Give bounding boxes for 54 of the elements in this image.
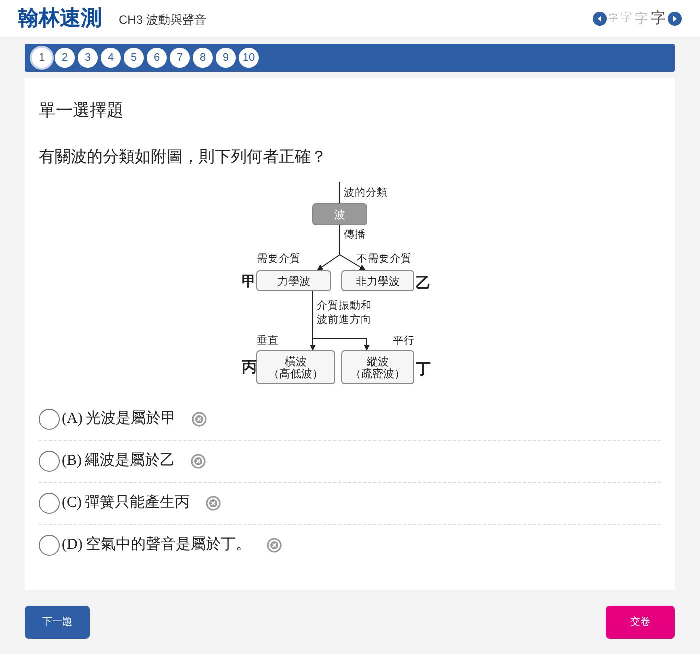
app-logo: 翰林速測 — [18, 6, 102, 32]
diagram-label: 丙 — [242, 358, 257, 376]
question-number-button[interactable]: 6 — [147, 48, 167, 68]
question-number-button[interactable]: 5 — [124, 48, 144, 68]
radio-button[interactable] — [39, 535, 60, 556]
radio-button[interactable] — [39, 408, 60, 430]
option-text: 空氣中的聲音是屬於丁。 — [86, 535, 251, 556]
question-type: 單一選擇題 — [39, 100, 125, 122]
radio-button[interactable] — [39, 450, 60, 472]
diagram-label: 不需要介質 — [357, 252, 412, 264]
option-letter: (D) — [62, 536, 83, 556]
question-number-button[interactable]: 1 — [32, 48, 52, 68]
chapter-title: CH3 波動與聲音 — [119, 12, 206, 29]
diagram-label: 甲 — [242, 272, 256, 288]
question-number-button[interactable]: 9 — [216, 48, 236, 68]
eliminate-icon[interactable] — [192, 412, 207, 426]
font-size-button[interactable]: 字 — [650, 11, 667, 26]
branch-arrow — [317, 224, 366, 270]
option-text: 光波是屬於甲 — [86, 408, 176, 429]
question-number-button[interactable]: 4 — [101, 48, 121, 68]
question-number-button[interactable]: 10 — [239, 48, 259, 68]
next-question-button[interactable]: 下一題 — [25, 606, 90, 639]
diagram-label: 波前進方向 — [317, 314, 372, 326]
eliminate-icon[interactable] — [206, 496, 221, 510]
diagram-label: 傳播 — [344, 228, 366, 240]
diagram-node: 非力學波 — [342, 270, 414, 291]
previous-icon[interactable] — [593, 12, 607, 26]
submit-button[interactable]: 交卷 — [606, 606, 675, 639]
question-text: 有關波的分類如附圖，則下列何者正確？ — [39, 148, 328, 168]
option-text: 彈簧只能產生丙 — [85, 492, 190, 513]
diagram-label: 介質振動和 — [317, 300, 372, 312]
option-letter: (B) — [62, 452, 82, 471]
radio-button[interactable] — [39, 492, 60, 514]
diagram-node: 橫波 （高低波） — [256, 350, 336, 384]
question-number-button[interactable]: 2 — [55, 48, 75, 68]
eliminate-icon[interactable] — [266, 538, 282, 553]
diagram-node: 波 — [312, 203, 368, 225]
diagram-label: 平行 — [393, 334, 415, 346]
question-number-button[interactable]: 3 — [78, 48, 98, 68]
diagram-label: 乙 — [416, 274, 431, 292]
option-letter: (A) — [62, 410, 83, 429]
diagram-node: 縱波 （疏密波） — [342, 350, 414, 384]
diagram-label: 需要介質 — [257, 252, 301, 264]
diagram-label: 垂直 — [257, 334, 279, 346]
diagram-node: 力學波 — [256, 270, 332, 291]
question-number-button[interactable]: 7 — [170, 48, 190, 68]
option-text: 繩波是屬於乙 — [85, 450, 175, 471]
diagram-label: 丁 — [416, 360, 431, 378]
eliminate-icon[interactable] — [191, 454, 206, 468]
diagram-label: 波的分類 — [344, 186, 388, 198]
next-icon[interactable] — [668, 12, 682, 26]
question-number-button[interactable]: 8 — [193, 48, 213, 68]
branch-arrow — [310, 290, 370, 350]
option-letter: (C) — [62, 494, 82, 513]
